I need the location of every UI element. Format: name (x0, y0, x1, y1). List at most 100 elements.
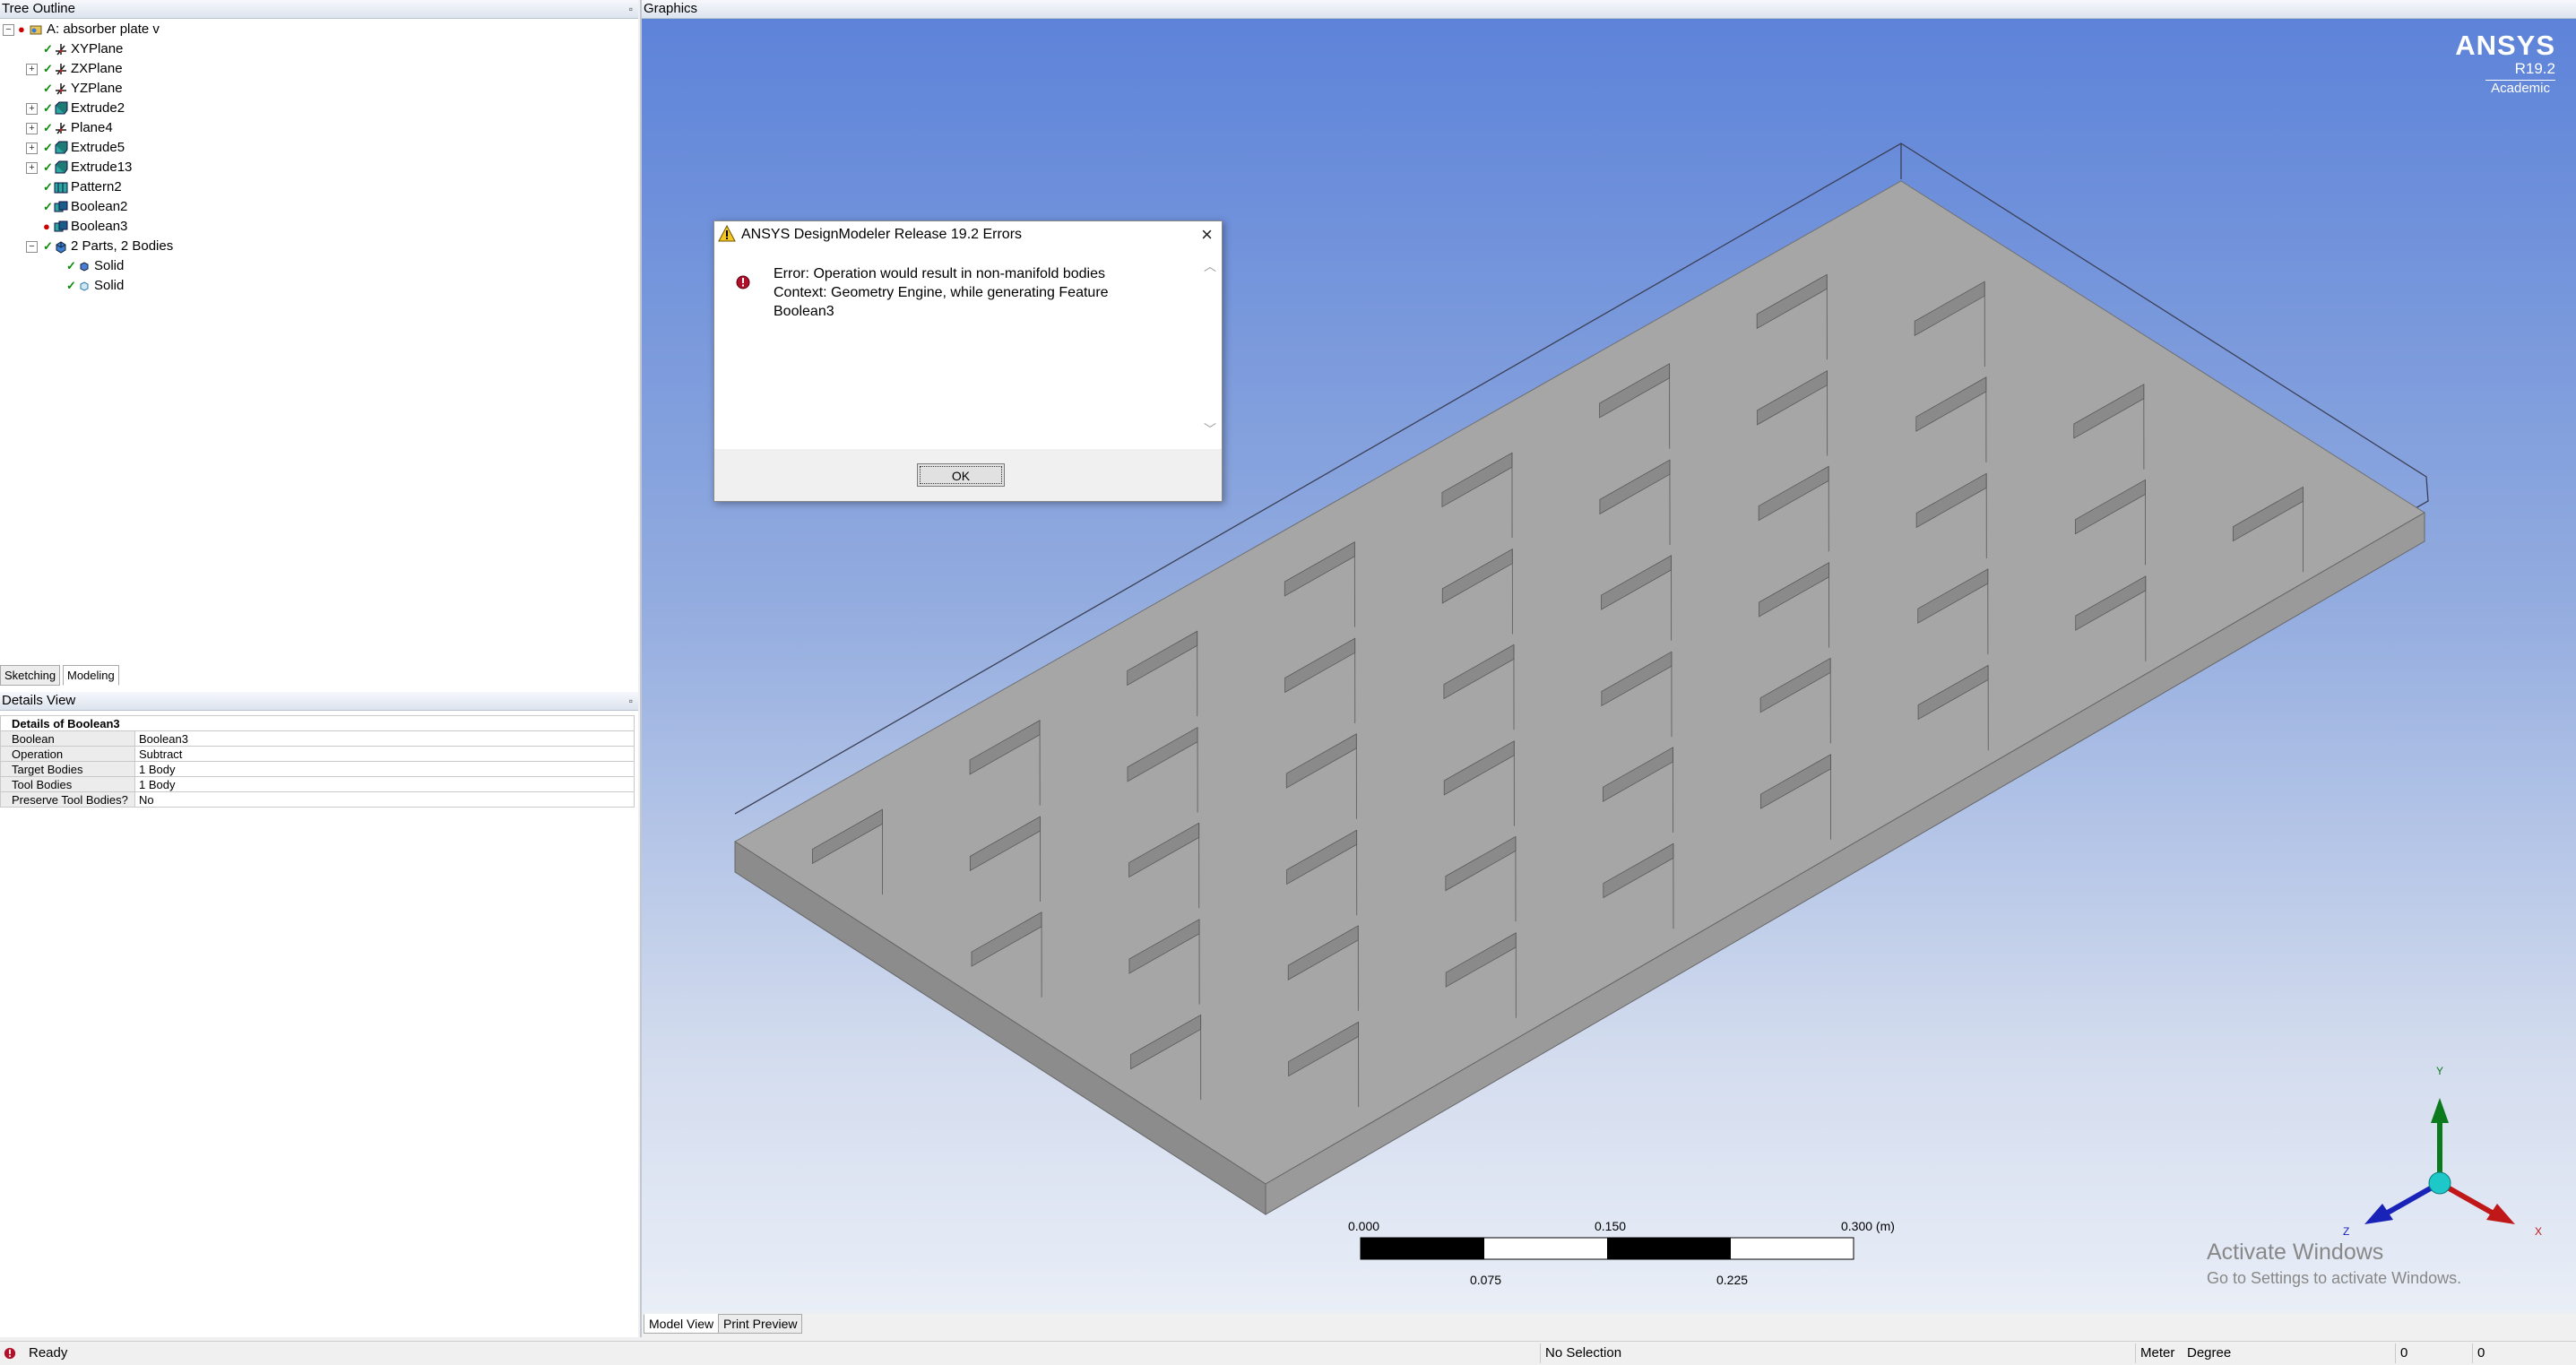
expand-icon[interactable]: + (26, 103, 38, 115)
plane-icon (54, 82, 68, 96)
status-divider (1540, 1343, 1541, 1363)
logo-brand: ANSYS (2455, 30, 2555, 62)
details-row-value[interactable]: 1 Body (135, 777, 635, 792)
tree-item-label: Extrude2 (71, 99, 125, 118)
check-icon: ✓ (43, 197, 53, 217)
extrude-icon (54, 160, 68, 175)
scroll-down-icon[interactable]: ﹀ (1204, 420, 1216, 438)
dialog-title: ANSYS DesignModeler Release 19.2 Errors (741, 227, 1022, 243)
pin-icon[interactable]: ▫ (629, 0, 633, 18)
logo-edition: Academic (2485, 80, 2555, 96)
tab-print-preview[interactable]: Print Preview (718, 1314, 802, 1334)
expand-icon[interactable]: + (26, 162, 38, 174)
details-row[interactable]: Preserve Tool Bodies? No (1, 792, 635, 808)
dialog-body: Error: Operation would result in non-man… (714, 248, 1222, 447)
details-header-row: Details of Boolean3 (1, 716, 635, 731)
check-icon: ✓ (66, 256, 76, 276)
scale-label: 0.300 (m) (1841, 1219, 1895, 1233)
details-row-value[interactable]: Boolean3 (135, 731, 635, 747)
model-geometry[interactable]: 0.000 0.150 0.300 (m) 0.075 0.225 Y X Z (642, 19, 2576, 1313)
activation-watermark: Activate Windows Go to Settings to activ… (2207, 1240, 2461, 1288)
error-icon (736, 275, 750, 289)
ok-button[interactable]: OK (917, 463, 1005, 487)
details-row-label: Boolean (1, 731, 135, 747)
scale-label: 0.150 (1595, 1219, 1626, 1233)
boolean-icon (54, 200, 68, 214)
check-icon: ✓ (43, 177, 53, 197)
tree-item-label: 2 Parts, 2 Bodies (71, 237, 173, 256)
axis-z-label: Z (2343, 1225, 2349, 1238)
tree-item-label: A: absorber plate v (47, 20, 160, 39)
details-row[interactable]: Target Bodies 1 Body (1, 762, 635, 777)
axis-triad[interactable]: Y X Z (2343, 1065, 2542, 1238)
expand-icon[interactable]: + (26, 123, 38, 134)
boolean-icon (54, 220, 68, 234)
axis-x-label: X (2535, 1225, 2542, 1238)
tree-item-label: YZPlane (71, 79, 123, 99)
check-icon: ✓ (43, 138, 53, 158)
check-icon: ✓ (66, 276, 76, 296)
length-unit[interactable]: Meter (2140, 1345, 2174, 1361)
error-mark-icon: ● (43, 217, 50, 237)
scroll-up-icon[interactable]: ︿ (1204, 257, 1216, 275)
solid-icon (77, 279, 91, 293)
error-status-icon (4, 1347, 16, 1360)
details-row-label: Target Bodies (1, 762, 135, 777)
error-message-line: Error: Operation would result in non-man… (774, 266, 1105, 282)
expand-icon[interactable]: + (26, 64, 38, 75)
plane-icon (54, 62, 68, 76)
axis-y-label: Y (2436, 1065, 2443, 1077)
status-bar: Ready No Selection Meter Degree 0 0 (0, 1341, 2576, 1365)
details-table: Details of Boolean3 Boolean Boolean3 Ope… (0, 715, 635, 808)
details-row-value[interactable]: No (135, 792, 635, 808)
details-row[interactable]: Boolean Boolean3 (1, 731, 635, 747)
tree-outline-title: Tree Outline (2, 1, 75, 16)
solid-icon (77, 259, 91, 273)
check-icon: ✓ (43, 59, 53, 79)
angle-unit[interactable]: Degree (2187, 1345, 2231, 1361)
check-icon: ✓ (43, 39, 53, 59)
collapse-icon[interactable]: − (26, 241, 38, 253)
logo-version: R19.2 (2455, 60, 2555, 78)
details-row-value[interactable]: Subtract (135, 747, 635, 762)
left-pane: Tree Outline ▫ − ● A: absorber plate v ✓… (0, 0, 638, 1337)
check-icon: ✓ (43, 79, 53, 99)
status-divider (2472, 1343, 2473, 1363)
details-row-label: Preserve Tool Bodies? (1, 792, 135, 808)
status-divider (2135, 1343, 2136, 1363)
extrude-icon (54, 101, 68, 116)
plane-icon (54, 42, 68, 56)
details-row-label: Operation (1, 747, 135, 762)
check-icon: ✓ (43, 158, 53, 177)
tab-modeling[interactable]: Modeling (63, 665, 119, 686)
details-header: Details of Boolean3 (1, 716, 635, 731)
status-divider (2395, 1343, 2396, 1363)
details-row-value[interactable]: 1 Body (135, 762, 635, 777)
tab-sketching[interactable]: Sketching (0, 665, 60, 686)
pin-icon[interactable]: ▫ (629, 692, 633, 710)
details-row[interactable]: Operation Subtract (1, 747, 635, 762)
graphics-title-bar: Graphics (642, 0, 2576, 19)
tree-item-label: ZXPlane (71, 59, 123, 79)
dialog-title-bar[interactable]: ANSYS DesignModeler Release 19.2 Errors … (714, 221, 1222, 248)
coordinate-readout: 0 (2477, 1345, 2485, 1361)
tree-item-label: Solid (94, 256, 124, 276)
details-view: Details View ▫ Details of Boolean3 Boole… (0, 692, 638, 1337)
tab-model-view[interactable]: Model View (644, 1314, 719, 1334)
tree-item-label: Plane4 (71, 118, 113, 138)
collapse-icon[interactable]: − (3, 24, 14, 36)
error-message-line: Context: Geometry Engine, while generati… (774, 285, 1109, 301)
details-row[interactable]: Tool Bodies 1 Body (1, 777, 635, 792)
details-title: Details View (2, 693, 75, 708)
warning-icon (718, 225, 736, 243)
watermark-line2: Go to Settings to activate Windows. (2207, 1269, 2461, 1288)
parts-icon (54, 239, 68, 254)
status-text: Ready (29, 1345, 67, 1361)
expand-icon[interactable]: + (26, 143, 38, 154)
watermark-line1: Activate Windows (2207, 1240, 2461, 1266)
tree-item-label: Extrude13 (71, 158, 132, 177)
graphics-viewport[interactable]: 0.000 0.150 0.300 (m) 0.075 0.225 Y X Z (642, 19, 2576, 1313)
close-icon[interactable]: × (1201, 223, 1213, 246)
pattern-icon (54, 180, 68, 194)
check-icon: ✓ (43, 118, 53, 138)
